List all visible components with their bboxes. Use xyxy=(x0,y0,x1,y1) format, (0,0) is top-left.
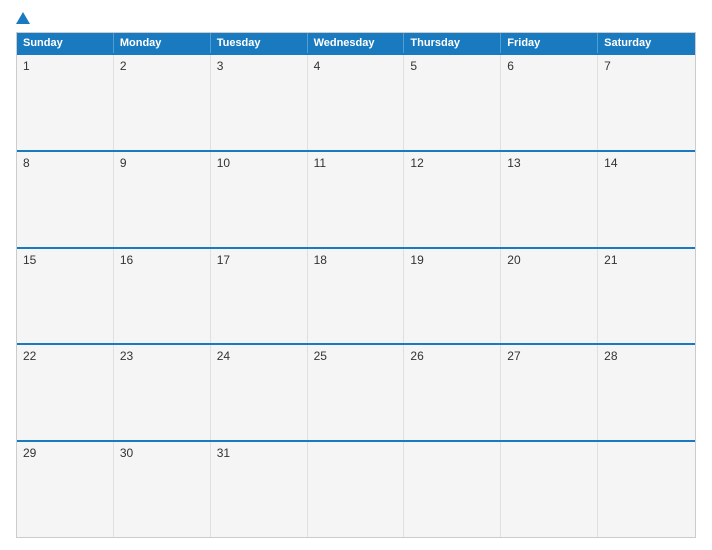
day-cell: 26 xyxy=(404,345,501,440)
day-header-wednesday: Wednesday xyxy=(308,33,405,53)
day-number: 3 xyxy=(217,59,224,73)
day-cell: 13 xyxy=(501,152,598,247)
week-row-2: 8 9 10 11 12 13 14 xyxy=(17,150,695,247)
week-row-5: 29 30 31 xyxy=(17,440,695,537)
day-cell: 11 xyxy=(308,152,405,247)
day-number: 15 xyxy=(23,253,36,267)
day-number: 9 xyxy=(120,156,127,170)
day-number: 25 xyxy=(314,349,327,363)
day-cell: 31 xyxy=(211,442,308,537)
day-cell: 9 xyxy=(114,152,211,247)
day-header-thursday: Thursday xyxy=(404,33,501,53)
week-row-4: 22 23 24 25 26 27 28 xyxy=(17,343,695,440)
day-header-saturday: Saturday xyxy=(598,33,695,53)
day-number: 10 xyxy=(217,156,230,170)
logo-blue-text xyxy=(16,12,32,24)
day-number: 18 xyxy=(314,253,327,267)
day-cell xyxy=(404,442,501,537)
day-cell xyxy=(501,442,598,537)
day-headers-row: SundayMondayTuesdayWednesdayThursdayFrid… xyxy=(17,33,695,53)
day-number: 30 xyxy=(120,446,133,460)
day-cell: 14 xyxy=(598,152,695,247)
day-header-sunday: Sunday xyxy=(17,33,114,53)
day-cell: 8 xyxy=(17,152,114,247)
day-number: 8 xyxy=(23,156,30,170)
day-cell: 29 xyxy=(17,442,114,537)
day-cell: 7 xyxy=(598,55,695,150)
day-number: 5 xyxy=(410,59,417,73)
day-cell: 30 xyxy=(114,442,211,537)
day-cell: 19 xyxy=(404,249,501,344)
weeks-container: 1234567891011121314151617181920212223242… xyxy=(17,53,695,537)
day-cell: 15 xyxy=(17,249,114,344)
day-cell: 27 xyxy=(501,345,598,440)
day-cell: 16 xyxy=(114,249,211,344)
day-cell: 3 xyxy=(211,55,308,150)
day-cell: 22 xyxy=(17,345,114,440)
day-number: 27 xyxy=(507,349,520,363)
day-number: 29 xyxy=(23,446,36,460)
day-cell xyxy=(308,442,405,537)
day-number: 11 xyxy=(314,156,326,170)
header xyxy=(16,12,696,24)
day-number: 12 xyxy=(410,156,423,170)
day-cell: 5 xyxy=(404,55,501,150)
day-cell xyxy=(598,442,695,537)
day-cell: 1 xyxy=(17,55,114,150)
day-header-monday: Monday xyxy=(114,33,211,53)
day-number: 22 xyxy=(23,349,36,363)
day-number: 19 xyxy=(410,253,423,267)
calendar-grid: SundayMondayTuesdayWednesdayThursdayFrid… xyxy=(16,32,696,538)
day-number: 13 xyxy=(507,156,520,170)
week-row-3: 15 16 17 18 19 20 21 xyxy=(17,247,695,344)
day-cell: 12 xyxy=(404,152,501,247)
day-number: 6 xyxy=(507,59,514,73)
day-number: 2 xyxy=(120,59,127,73)
logo xyxy=(16,12,32,24)
day-number: 23 xyxy=(120,349,133,363)
day-number: 24 xyxy=(217,349,230,363)
day-number: 7 xyxy=(604,59,611,73)
week-row-1: 1 2 3 4 5 6 7 xyxy=(17,53,695,150)
day-number: 28 xyxy=(604,349,617,363)
day-header-tuesday: Tuesday xyxy=(211,33,308,53)
day-number: 17 xyxy=(217,253,230,267)
day-cell: 28 xyxy=(598,345,695,440)
day-number: 20 xyxy=(507,253,520,267)
day-cell: 20 xyxy=(501,249,598,344)
day-cell: 23 xyxy=(114,345,211,440)
day-cell: 6 xyxy=(501,55,598,150)
calendar-page: SundayMondayTuesdayWednesdayThursdayFrid… xyxy=(0,0,712,550)
day-cell: 10 xyxy=(211,152,308,247)
logo-triangle-icon xyxy=(16,12,30,24)
day-cell: 17 xyxy=(211,249,308,344)
day-cell: 2 xyxy=(114,55,211,150)
day-cell: 21 xyxy=(598,249,695,344)
day-number: 4 xyxy=(314,59,321,73)
day-cell: 18 xyxy=(308,249,405,344)
day-number: 1 xyxy=(23,59,30,73)
day-number: 26 xyxy=(410,349,423,363)
day-cell: 25 xyxy=(308,345,405,440)
day-number: 21 xyxy=(604,253,617,267)
day-cell: 4 xyxy=(308,55,405,150)
day-number: 14 xyxy=(604,156,617,170)
day-number: 16 xyxy=(120,253,133,267)
day-cell: 24 xyxy=(211,345,308,440)
day-number: 31 xyxy=(217,446,230,460)
day-header-friday: Friday xyxy=(501,33,598,53)
